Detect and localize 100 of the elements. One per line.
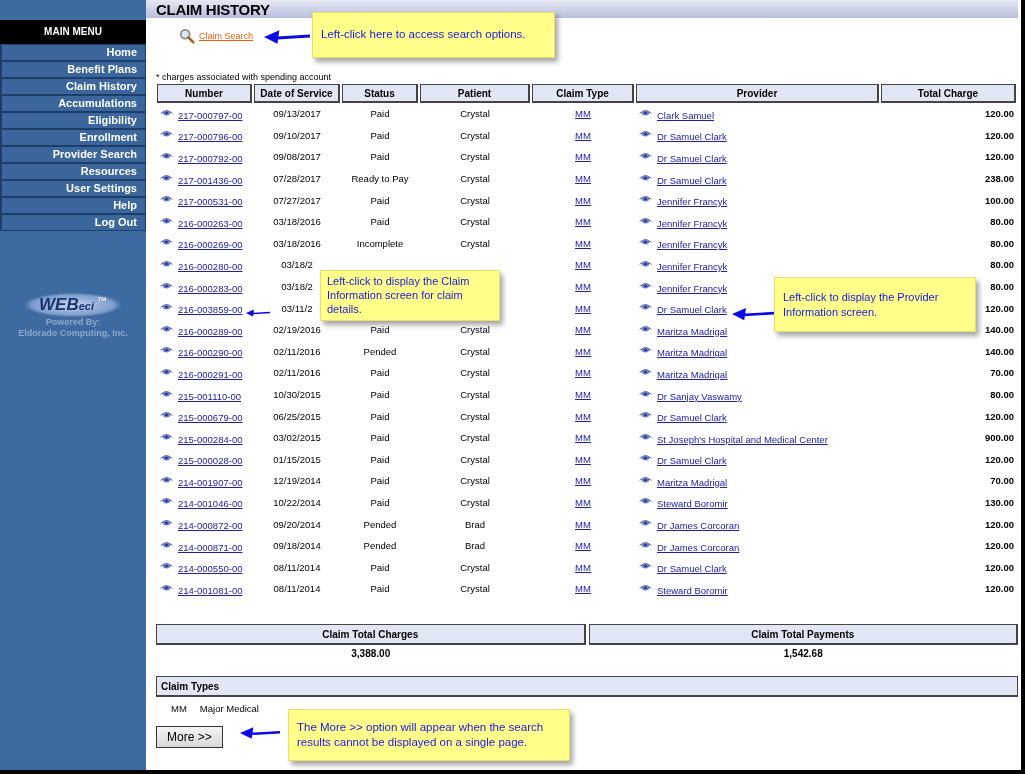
eye-icon[interactable]	[159, 344, 174, 355]
eye-icon[interactable]	[159, 560, 174, 571]
eye-icon[interactable]	[638, 560, 653, 571]
menu-item[interactable]: Eligibility	[0, 112, 146, 129]
eye-icon[interactable]	[638, 150, 653, 160]
provider-link[interactable]: Steward Boromir	[657, 584, 728, 596]
menu-item[interactable]: User Settings	[0, 180, 146, 197]
claim-type-link[interactable]: MM	[575, 259, 591, 271]
provider-link[interactable]: Steward Boromir	[657, 498, 728, 510]
provider-link[interactable]: Dr Samuel Clark	[657, 174, 727, 186]
eye-icon[interactable]	[638, 236, 653, 247]
claim-number-link[interactable]: 215-001110-00	[178, 390, 242, 402]
eye-icon[interactable]	[638, 193, 653, 204]
claim-type-link[interactable]: MM	[575, 324, 591, 336]
claim-number-link[interactable]: 214-001081-00	[178, 584, 243, 596]
claim-type-link[interactable]: MM	[575, 367, 591, 379]
claim-type-link[interactable]: MM	[575, 432, 591, 444]
provider-link[interactable]: Maritza Madrigal	[657, 368, 728, 380]
provider-link[interactable]: Maritza Madrigal	[657, 325, 728, 337]
claim-number-link[interactable]: 214-000872-00	[178, 520, 243, 532]
eye-icon[interactable]	[159, 301, 174, 312]
provider-link[interactable]: Dr Samuel Clark	[657, 563, 727, 575]
claim-type-link[interactable]: MM	[575, 475, 591, 487]
eye-icon[interactable]	[638, 344, 653, 355]
claim-number-link[interactable]: 216-000291-00	[178, 368, 243, 380]
eye-icon[interactable]	[159, 409, 174, 420]
eye-icon[interactable]	[638, 452, 653, 463]
menu-item[interactable]: Home	[0, 44, 146, 61]
eye-icon[interactable]	[159, 452, 174, 463]
menu-item[interactable]: Benefit Plans	[0, 61, 146, 78]
claim-number-link[interactable]: 217-000796-00	[178, 131, 243, 143]
provider-link[interactable]: Dr Samuel Clark	[657, 131, 727, 143]
provider-link[interactable]: Dr Samuel Clark	[657, 412, 727, 424]
eye-icon[interactable]	[159, 128, 174, 139]
claim-type-link[interactable]: MM	[575, 237, 591, 249]
provider-link[interactable]: Dr Sanjay Vaswamy	[657, 390, 742, 402]
claim-type-link[interactable]: MM	[575, 518, 591, 530]
claim-number-link[interactable]: 217-001436-00	[178, 174, 243, 186]
provider-link[interactable]: Dr James Corcoran	[657, 520, 740, 532]
provider-link[interactable]: St Joseph's Hospital and Medical Center	[657, 433, 828, 445]
menu-item[interactable]: Provider Search	[0, 146, 146, 163]
claim-number-link[interactable]: 215-000284-00	[178, 433, 243, 445]
claim-type-link[interactable]: MM	[575, 302, 591, 314]
claim-type-link[interactable]: MM	[575, 216, 591, 228]
claim-type-link[interactable]: MM	[575, 129, 591, 141]
claim-type-link[interactable]: MM	[575, 540, 591, 552]
claim-type-link[interactable]: MM	[575, 173, 591, 185]
provider-link[interactable]: Dr James Corcoran	[657, 541, 740, 553]
claim-number-link[interactable]: 216-000280-00	[178, 260, 243, 272]
claim-number-link[interactable]: 215-000679-00	[178, 412, 243, 424]
eye-icon[interactable]	[159, 236, 174, 247]
claim-number-link[interactable]: 214-001907-00	[178, 476, 243, 488]
eye-icon[interactable]	[638, 495, 653, 506]
claim-number-link[interactable]: 216-000269-00	[178, 239, 243, 251]
menu-item[interactable]: Claim History	[0, 78, 146, 95]
provider-link[interactable]: Maritza Madrigal	[657, 347, 728, 359]
provider-link[interactable]: Maritza Madrigal	[657, 476, 728, 488]
claim-number-link[interactable]: 216-000290-00	[178, 347, 243, 359]
claim-number-link[interactable]: 217-000792-00	[178, 153, 243, 164]
claim-number-link[interactable]: 216-000283-00	[178, 282, 243, 294]
claim-number-link[interactable]: 216-003859-00	[178, 304, 243, 316]
claim-number-link[interactable]: 214-001046-00	[178, 498, 243, 510]
more-button[interactable]: More >>	[156, 725, 223, 748]
claim-type-link[interactable]: MM	[575, 151, 591, 163]
claim-type-link[interactable]: MM	[575, 389, 591, 400]
claim-type-link[interactable]: MM	[575, 453, 591, 465]
claim-number-link[interactable]: 214-000871-00	[178, 541, 243, 553]
provider-link[interactable]: Dr Samuel Clark	[657, 304, 727, 316]
eye-icon[interactable]	[159, 150, 174, 160]
claim-number-link[interactable]: 217-000531-00	[178, 196, 243, 208]
claim-type-link[interactable]: MM	[575, 281, 591, 293]
claim-number-link[interactable]: 216-000289-00	[178, 325, 243, 337]
claim-type-link[interactable]: MM	[575, 108, 591, 120]
provider-link[interactable]: Dr Samuel Clark	[657, 455, 727, 467]
provider-link[interactable]: Jennifer Francyk	[657, 217, 728, 229]
claim-number-link[interactable]: 217-000797-00	[178, 109, 243, 121]
claim-type-link[interactable]: MM	[575, 561, 591, 573]
menu-item[interactable]: Log Out	[0, 214, 146, 231]
claim-type-link[interactable]: MM	[575, 497, 591, 508]
provider-link[interactable]: Jennifer Francyk	[657, 282, 728, 294]
eye-icon[interactable]	[159, 193, 174, 204]
provider-link[interactable]: Dr Samuel Clark	[657, 153, 727, 164]
claim-number-link[interactable]: 216-000263-00	[178, 217, 243, 229]
claim-number-link[interactable]: 214-000550-00	[178, 563, 243, 575]
menu-item[interactable]: Resources	[0, 163, 146, 180]
provider-link[interactable]: Clark Samuel	[657, 109, 715, 121]
claim-number-link[interactable]: 215-000028-00	[178, 455, 243, 467]
claim-type-link[interactable]: MM	[575, 410, 591, 422]
provider-link[interactable]: Jennifer Francyk	[657, 196, 728, 208]
eye-icon[interactable]	[638, 517, 653, 528]
eye-icon[interactable]	[638, 409, 653, 420]
claim-type-link[interactable]: MM	[575, 194, 591, 206]
claim-type-link[interactable]: MM	[575, 583, 591, 595]
provider-link[interactable]: Jennifer Francyk	[657, 239, 728, 251]
eye-icon[interactable]	[159, 495, 174, 506]
provider-link[interactable]: Jennifer Francyk	[657, 260, 728, 272]
menu-item[interactable]: Accumulations	[0, 95, 146, 112]
eye-icon[interactable]	[159, 517, 174, 528]
menu-item[interactable]: Enrollment	[0, 129, 146, 146]
claim-type-link[interactable]: MM	[575, 345, 591, 357]
